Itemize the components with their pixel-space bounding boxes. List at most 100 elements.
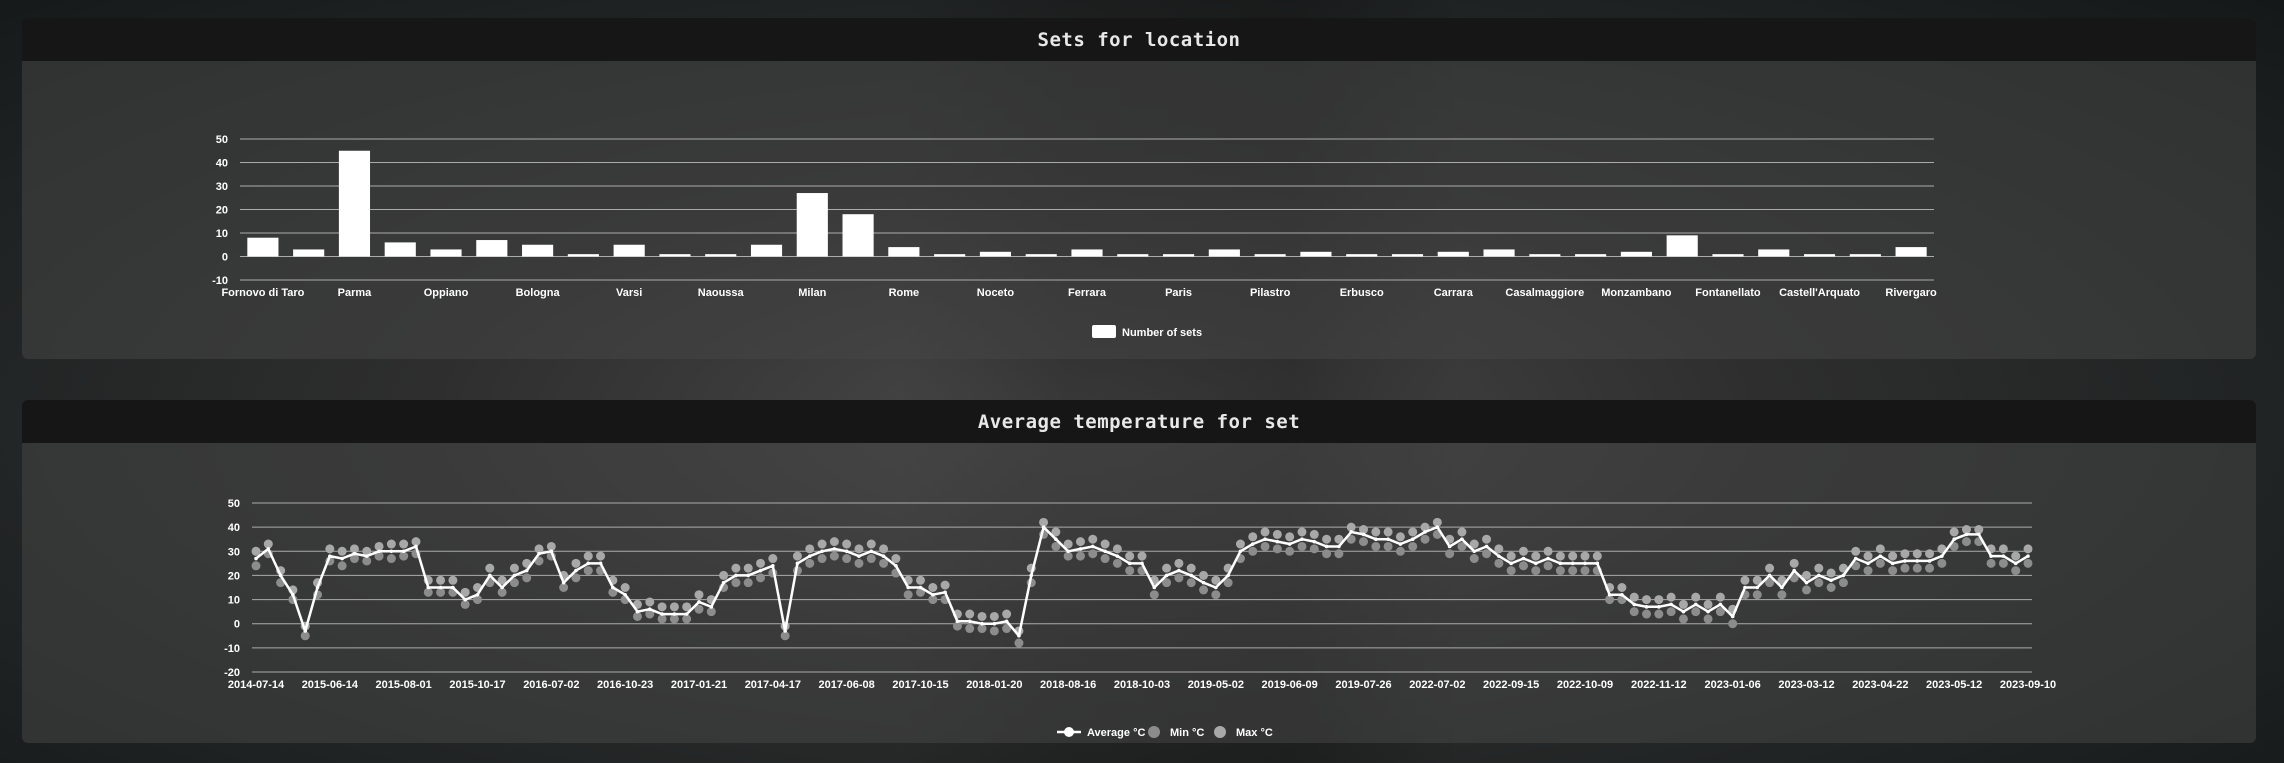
average-point: [1115, 554, 1120, 558]
average-point: [1423, 530, 1427, 534]
bar: [888, 247, 920, 257]
min-point: [1814, 578, 1824, 588]
min-point: [1359, 537, 1368, 547]
average-point: [1743, 585, 1747, 590]
bar: [1666, 235, 1698, 257]
average-point: [451, 585, 455, 590]
max-point: [1075, 537, 1085, 547]
max-point: [337, 546, 347, 556]
min-point: [386, 554, 396, 564]
min-point: [756, 573, 766, 583]
average-point: [377, 549, 381, 554]
average-point: [783, 629, 787, 633]
max-point: [1678, 599, 1688, 609]
max-point: [1518, 546, 1528, 556]
max-point: [399, 539, 409, 549]
average-point: [1214, 585, 1218, 590]
average-point: [943, 590, 947, 595]
bar: [1437, 251, 1469, 257]
average-point: [1127, 561, 1132, 566]
average-point: [1226, 573, 1230, 578]
max-point: [1543, 546, 1553, 556]
max-point: [1174, 558, 1184, 568]
x-tick-label: 2018-08-16: [1040, 679, 1096, 691]
bar: [1208, 249, 1240, 257]
average-point: [586, 561, 591, 566]
average-point: [1804, 580, 1809, 585]
average-point: [1952, 537, 1956, 542]
y-tick-label: -10: [224, 643, 240, 655]
average-point: [611, 585, 615, 590]
bar: [567, 254, 599, 257]
average-point: [1090, 544, 1095, 549]
min-point: [1334, 549, 1344, 559]
average-point: [414, 544, 418, 549]
max-point: [1949, 527, 1959, 537]
min-point: [1518, 561, 1528, 571]
min-point: [1986, 558, 1996, 568]
min-point: [2023, 558, 2033, 568]
y-tick-label: 20: [216, 205, 228, 217]
min-point: [1802, 585, 1811, 595]
average-point: [1927, 559, 1932, 563]
max-point: [1998, 544, 2008, 554]
min-point: [1888, 566, 1898, 576]
average-point: [771, 563, 775, 568]
x-tick-label: Castell'Arquato: [1779, 287, 1860, 299]
min-point: [1248, 546, 1258, 556]
bar: [1712, 254, 1744, 257]
min-point: [1445, 549, 1455, 559]
x-tick-label: 2018-01-20: [966, 679, 1022, 691]
max-point: [817, 539, 827, 549]
max-point: [1617, 583, 1627, 592]
max-point: [1482, 534, 1492, 544]
average-point: [463, 597, 467, 602]
max-point: [1162, 563, 1172, 573]
average-point: [746, 573, 751, 578]
min-point: [1531, 566, 1541, 576]
min-point: [1678, 614, 1688, 624]
x-tick-label: 2015-10-17: [449, 679, 505, 691]
average-point: [832, 547, 837, 551]
min-point: [829, 551, 839, 561]
average-point: [475, 592, 480, 597]
max-point: [1900, 549, 1910, 559]
x-tick-label: Parma: [338, 287, 373, 299]
bar: [1803, 254, 1836, 257]
average-point: [1595, 561, 1600, 566]
min-point: [1826, 583, 1836, 592]
y-tick-label: 50: [216, 134, 228, 146]
min-point: [1420, 534, 1430, 544]
bar: [1254, 254, 1286, 257]
max-point: [1322, 534, 1332, 544]
x-tick-label: Casalmaggiore: [1505, 287, 1584, 299]
max-point: [1691, 592, 1701, 602]
average-point: [1878, 554, 1883, 558]
max-point: [1100, 539, 1110, 549]
average-point: [906, 585, 910, 590]
min-point: [1112, 558, 1122, 568]
bar: [338, 150, 371, 257]
average-point: [1657, 605, 1661, 609]
average-point: [1915, 559, 1920, 563]
bar: [430, 249, 462, 257]
max-point: [583, 551, 593, 561]
bar: [1163, 254, 1195, 257]
min-point: [1186, 578, 1196, 588]
max-point: [719, 570, 729, 580]
average-point: [918, 585, 923, 590]
max-point: [1826, 568, 1836, 578]
min-point: [879, 558, 889, 568]
bar: [796, 193, 828, 257]
y-tick-label: 10: [216, 228, 228, 240]
average-point: [660, 612, 664, 616]
max-point: [1383, 527, 1393, 537]
max-point: [2023, 544, 2033, 554]
sets-for-location-panel: Sets for location 50 40 30 20 10 0 -10 Fornovo …: [22, 18, 2256, 359]
average-point: [1300, 537, 1304, 542]
x-tick-label: 2019-07-26: [1335, 679, 1391, 691]
min-point: [1297, 541, 1307, 551]
min-point: [1900, 563, 1910, 573]
min-point: [1088, 549, 1098, 559]
max-point: [669, 602, 679, 612]
